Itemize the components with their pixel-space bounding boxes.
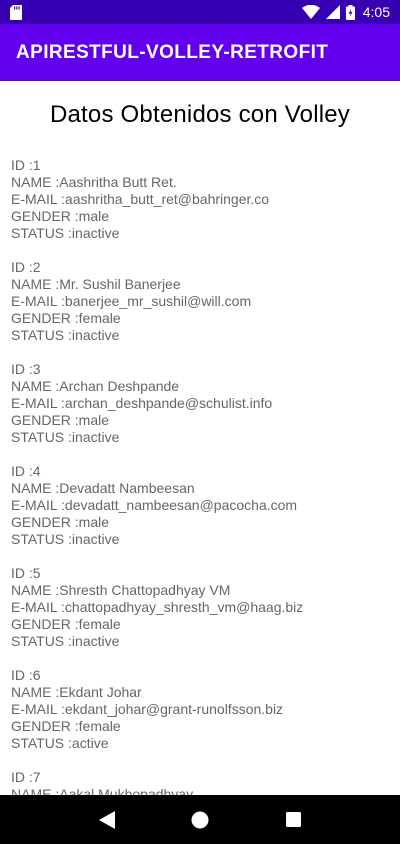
record-name: NAME :Mr. Sushil Banerjee bbox=[11, 276, 181, 292]
record-email: E-MAIL :archan_deshpande@schulist.info bbox=[11, 395, 273, 411]
record-id: ID :1 bbox=[11, 157, 41, 173]
record-name: NAME :Aashritha Butt Ret. bbox=[11, 174, 177, 190]
record-email: E-MAIL :banerjee_mr_sushil@will.com bbox=[11, 293, 252, 309]
record-item: ID :4 NAME :Devadatt Nambeesan E-MAIL :d… bbox=[11, 463, 400, 548]
app-title: APIRESTFUL-VOLLEY-RETROFIT bbox=[16, 41, 329, 63]
record-status: STATUS :active bbox=[11, 735, 109, 751]
record-id: ID :7 bbox=[11, 769, 41, 785]
record-name: NAME :Shresth Chattopadhyay VM bbox=[11, 582, 231, 598]
record-email: E-MAIL :chattopadhyay_shresth_vm@haag.bi… bbox=[11, 599, 304, 615]
record-name: NAME :Aakal Mukhopadhyay bbox=[11, 786, 194, 795]
records-list: ID :1 NAME :Aashritha Butt Ret. E-MAIL :… bbox=[0, 157, 400, 795]
record-item: ID :1 NAME :Aashritha Butt Ret. E-MAIL :… bbox=[11, 157, 400, 242]
record-item: ID :3 NAME :Archan Deshpande E-MAIL :arc… bbox=[11, 361, 400, 446]
wifi-icon bbox=[301, 5, 320, 19]
app-bar: APIRESTFUL-VOLLEY-RETROFIT bbox=[0, 24, 400, 81]
record-id: ID :4 bbox=[11, 463, 41, 479]
record-name: NAME :Devadatt Nambeesan bbox=[11, 480, 195, 496]
record-gender: GENDER :female bbox=[11, 718, 121, 734]
record-id: ID :3 bbox=[11, 361, 41, 377]
record-gender: GENDER :female bbox=[11, 616, 121, 632]
navigation-bar bbox=[0, 795, 400, 844]
record-email: E-MAIL :aashritha_butt_ret@bahringer.co bbox=[11, 191, 270, 207]
record-id: ID :2 bbox=[11, 259, 41, 275]
home-icon[interactable] bbox=[180, 800, 220, 840]
record-status: STATUS :inactive bbox=[11, 225, 120, 241]
record-gender: GENDER :male bbox=[11, 208, 110, 224]
record-status: STATUS :inactive bbox=[11, 327, 120, 343]
record-gender: GENDER :female bbox=[11, 310, 121, 326]
record-status: STATUS :inactive bbox=[11, 429, 120, 445]
record-item: ID :5 NAME :Shresth Chattopadhyay VM E-M… bbox=[11, 565, 400, 650]
record-email: E-MAIL :ekdant_johar@grant-runolfsson.bi… bbox=[11, 701, 284, 717]
record-id: ID :5 bbox=[11, 565, 41, 581]
recents-icon[interactable] bbox=[273, 800, 313, 840]
record-item: ID :7 NAME :Aakal Mukhopadhyay bbox=[11, 769, 400, 795]
status-time: 4:05 bbox=[362, 4, 390, 20]
signal-icon bbox=[325, 5, 340, 19]
record-gender: GENDER :male bbox=[11, 412, 110, 428]
record-item: ID :6 NAME :Ekdant Johar E-MAIL :ekdant_… bbox=[11, 667, 400, 752]
record-status: STATUS :inactive bbox=[11, 531, 120, 547]
record-id: ID :6 bbox=[11, 667, 41, 683]
status-bar: 4:05 bbox=[0, 0, 400, 24]
record-gender: GENDER :male bbox=[11, 514, 110, 530]
record-name: NAME :Ekdant Johar bbox=[11, 684, 142, 700]
record-status: STATUS :inactive bbox=[11, 633, 120, 649]
sd-card-icon bbox=[10, 4, 22, 20]
battery-icon bbox=[345, 4, 355, 20]
main-content[interactable]: Datos Obtenidos con Volley ID :1 NAME :A… bbox=[0, 81, 400, 795]
back-icon[interactable] bbox=[87, 800, 127, 840]
record-email: E-MAIL :devadatt_nambeesan@pacocha.com bbox=[11, 497, 298, 513]
record-item: ID :2 NAME :Mr. Sushil Banerjee E-MAIL :… bbox=[11, 259, 400, 344]
page-heading: Datos Obtenidos con Volley bbox=[49, 101, 351, 128]
record-name: NAME :Archan Deshpande bbox=[11, 378, 180, 394]
